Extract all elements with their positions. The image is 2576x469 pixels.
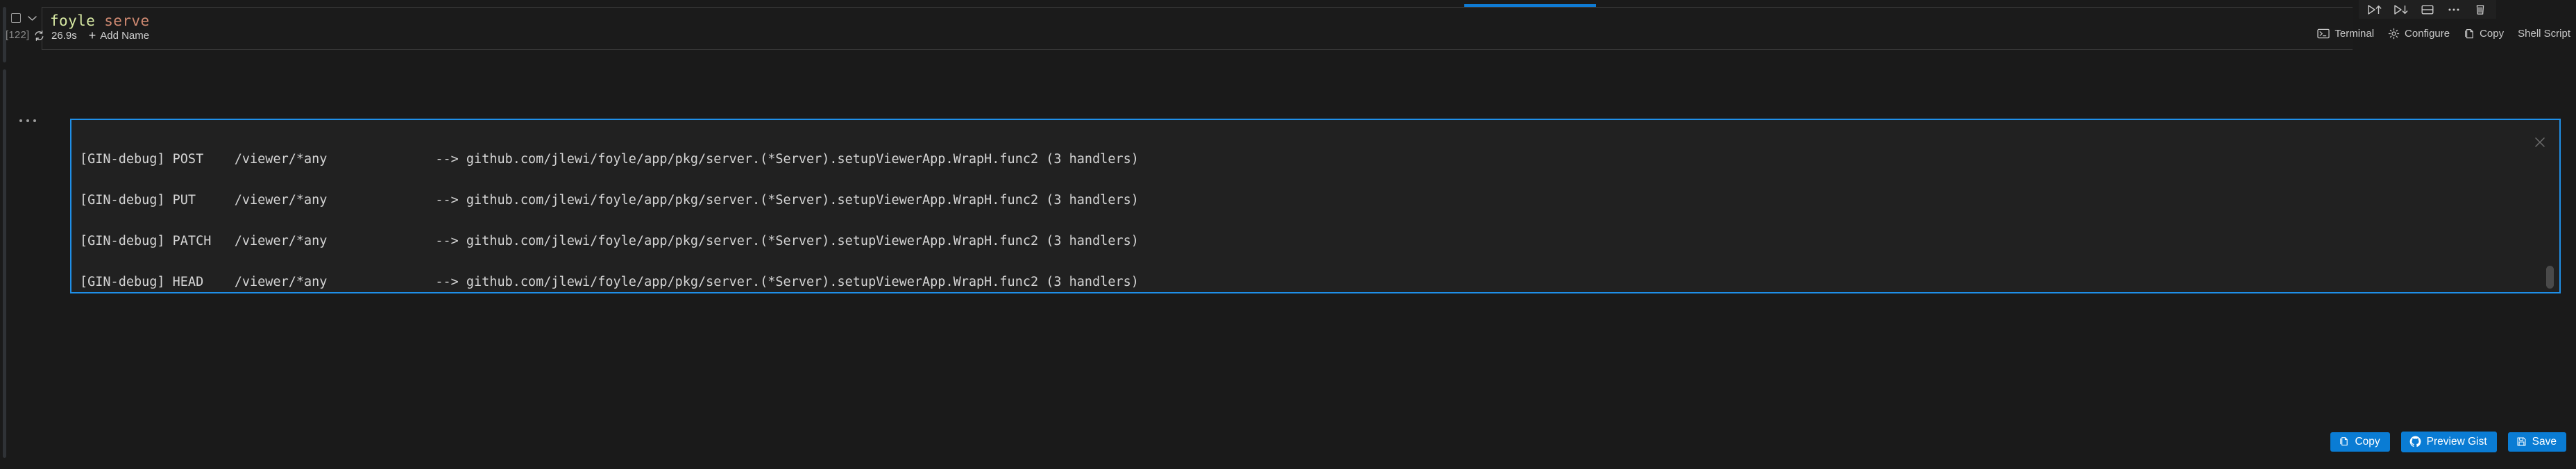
copy-icon bbox=[2464, 28, 2475, 40]
save-icon bbox=[2516, 436, 2527, 447]
run-below-button[interactable] bbox=[2388, 1, 2414, 18]
output-log: [GIN-debug] POST /viewer/*any --> github… bbox=[80, 126, 1154, 293]
dot bbox=[26, 119, 29, 122]
terminal-button[interactable]: Terminal bbox=[2317, 28, 2374, 40]
cell-header bbox=[42, 7, 2353, 50]
output-action-bar: Copy Preview Gist Save bbox=[2330, 432, 2566, 452]
cell-info-actions: Terminal Configure bbox=[2317, 28, 2570, 40]
dot bbox=[19, 119, 22, 122]
output-gutter-more-button[interactable] bbox=[19, 119, 36, 122]
configure-label: Configure bbox=[2405, 28, 2450, 40]
cell-select-checkbox[interactable] bbox=[11, 13, 21, 23]
cell-toolbar bbox=[2359, 0, 2496, 19]
dot bbox=[33, 119, 36, 122]
split-cell-button[interactable] bbox=[2414, 1, 2441, 18]
run-above-button[interactable] bbox=[2362, 1, 2388, 18]
cell-meta-row: 26.9s + Add Name bbox=[33, 29, 149, 42]
cell-command: foyle serve bbox=[50, 12, 149, 29]
github-icon bbox=[2409, 436, 2421, 447]
cell-kind-label-wrap[interactable]: Shell Script bbox=[2518, 28, 2570, 40]
more-options-button[interactable] bbox=[2441, 1, 2467, 18]
delete-cell-button[interactable] bbox=[2467, 1, 2493, 18]
save-button[interactable]: Save bbox=[2508, 432, 2566, 452]
copy-output-button[interactable]: Copy bbox=[2330, 432, 2389, 452]
copy-cell-label: Copy bbox=[2480, 28, 2504, 40]
elapsed-time: 26.9s bbox=[51, 30, 77, 42]
cell-gutter-controls bbox=[11, 13, 37, 23]
output-line: [GIN-debug] PATCH /viewer/*any --> githu… bbox=[80, 235, 1154, 248]
notebook-cell: [122] foyle serve 26.9s + Add Name bbox=[0, 0, 2576, 469]
plus-icon: + bbox=[89, 29, 96, 42]
gutter-rail-bottom bbox=[3, 69, 6, 458]
refresh-icon[interactable] bbox=[33, 30, 45, 42]
command-argument: serve bbox=[104, 12, 149, 29]
gear-icon bbox=[2388, 28, 2400, 40]
output-horizontal-scrollbar[interactable] bbox=[2546, 266, 2554, 289]
play-down-icon bbox=[2393, 3, 2409, 16]
output-line: [GIN-debug] POST /viewer/*any --> github… bbox=[80, 153, 1154, 167]
add-name-button[interactable]: + Add Name bbox=[89, 29, 149, 42]
trash-icon bbox=[2473, 3, 2487, 16]
split-icon bbox=[2421, 3, 2434, 16]
add-name-label: Add Name bbox=[100, 30, 149, 42]
output-line: [GIN-debug] PUT /viewer/*any --> github.… bbox=[80, 194, 1154, 207]
preview-gist-label: Preview Gist bbox=[2427, 436, 2487, 447]
configure-button[interactable]: Configure bbox=[2388, 28, 2450, 40]
copy-cell-button[interactable]: Copy bbox=[2464, 28, 2504, 40]
ellipsis-icon bbox=[2446, 3, 2461, 16]
close-output-button[interactable] bbox=[2533, 135, 2547, 149]
cell-kind-label: Shell Script bbox=[2518, 28, 2570, 40]
save-label: Save bbox=[2532, 436, 2557, 447]
execution-count: [122] bbox=[6, 29, 29, 41]
output-line: [GIN-debug] HEAD /viewer/*any --> github… bbox=[80, 275, 1154, 289]
preview-gist-button[interactable]: Preview Gist bbox=[2401, 432, 2497, 452]
terminal-label: Terminal bbox=[2334, 28, 2374, 40]
terminal-icon bbox=[2317, 28, 2330, 39]
play-up-icon bbox=[2367, 3, 2382, 16]
chevron-down-icon[interactable] bbox=[27, 15, 37, 22]
copy-output-label: Copy bbox=[2355, 436, 2380, 447]
copy-icon bbox=[2339, 436, 2349, 447]
cell-output-panel: [GIN-debug] POST /viewer/*any --> github… bbox=[70, 119, 2561, 293]
command-program: foyle bbox=[50, 12, 95, 29]
